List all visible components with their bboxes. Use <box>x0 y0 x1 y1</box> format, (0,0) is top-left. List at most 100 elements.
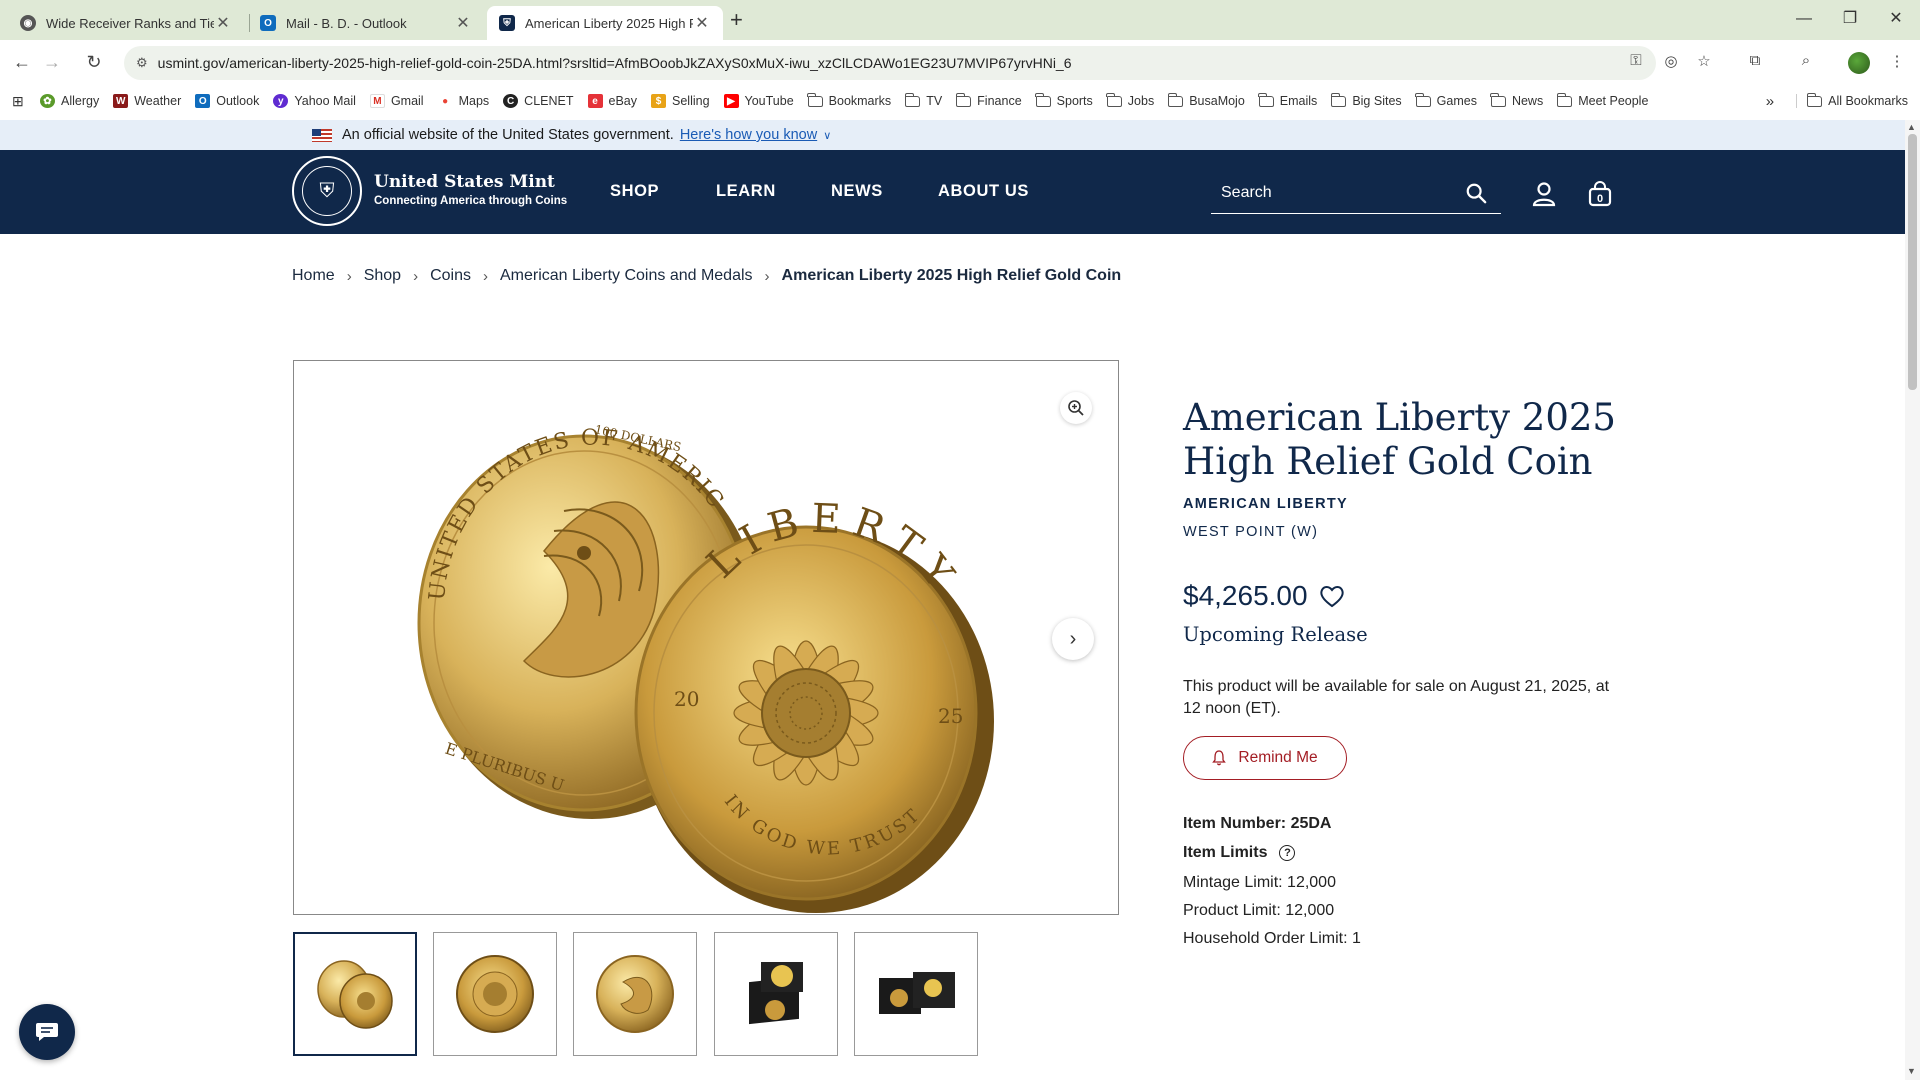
heres-how-you-know-link[interactable]: Here's how you know <box>680 127 817 143</box>
folder-icon <box>1167 92 1184 107</box>
bookmark-label: YouTube <box>744 94 794 108</box>
folder-bookmarks[interactable]: Bookmarks <box>807 92 891 108</box>
search-icon[interactable] <box>1465 182 1487 204</box>
thumbnail-eagle-reverse[interactable] <box>573 932 697 1056</box>
folder-emails[interactable]: Emails <box>1258 92 1317 108</box>
star-bookmark-icon[interactable]: ☆ <box>1693 52 1715 70</box>
thumbnail-sunflower-obverse[interactable] <box>433 932 557 1056</box>
item-number: Item Number: 25DA <box>1183 815 1332 832</box>
close-icon[interactable]: ✕ <box>214 13 232 33</box>
breadcrumb-american-liberty[interactable]: American Liberty Coins and Medals <box>500 267 753 285</box>
extensions-puzzle-icon[interactable]: ⧉ <box>1744 52 1766 69</box>
help-question-icon[interactable]: ? <box>1279 845 1296 861</box>
nav-shop[interactable]: SHOP <box>610 182 659 201</box>
address-bar[interactable]: ⚙ usmint.gov/american-liberty-2025-high-… <box>124 46 1656 80</box>
menu-dots-icon[interactable]: ⋮ <box>1886 52 1908 70</box>
bookmark-clenet[interactable]: C CLENET <box>503 94 574 108</box>
bookmark-weather[interactable]: W Weather <box>113 94 181 108</box>
product-price: $4,265.00 <box>1183 580 1308 611</box>
breadcrumb-shop[interactable]: Shop <box>364 267 401 285</box>
tab-search-icon[interactable]: ⌕ <box>1795 52 1817 69</box>
folder-tv[interactable]: TV <box>904 92 942 108</box>
search-input[interactable] <box>1211 174 1441 212</box>
scroll-down-icon[interactable]: ▼ <box>1907 1066 1916 1076</box>
globe-icon: ◉ <box>20 15 36 31</box>
site-info-icon[interactable]: ⚙ <box>136 55 148 71</box>
bookmark-label: Weather <box>134 94 182 108</box>
thumbnail-open-case[interactable] <box>854 932 978 1056</box>
bookmark-outlook[interactable]: O Outlook <box>195 94 259 108</box>
account-icon[interactable] <box>1530 180 1558 208</box>
brand[interactable]: United States Mint Connecting America th… <box>374 172 567 207</box>
more-bookmarks-chevron-icon[interactable]: » <box>1766 93 1774 110</box>
outlook-icon: O <box>260 15 276 31</box>
product-image-gallery[interactable]: UNITED STATES OF AMERICA 100 DOLLARS E P… <box>284 342 1119 915</box>
bookmark-maps[interactable]: ● Maps <box>437 94 489 108</box>
bookmark-selling[interactable]: $ Selling <box>651 94 710 108</box>
bookmark-label: eBay <box>608 94 638 108</box>
folder-icon <box>955 92 972 107</box>
folder-finance[interactable]: Finance <box>955 92 1022 108</box>
thumbnail-coin-pair[interactable] <box>293 932 417 1056</box>
product-title: American Liberty 2025 High Relief Gold C… <box>1183 396 1616 483</box>
folder-jobs[interactable]: Jobs <box>1106 92 1154 108</box>
coin-pair-thumbnail <box>317 960 393 1029</box>
nav-news[interactable]: NEWS <box>831 182 883 201</box>
bookmark-youtube[interactable]: ▶ YouTube <box>723 94 794 108</box>
bookmark-label: Yahoo Mail <box>294 94 356 108</box>
all-bookmarks[interactable]: All Bookmarks <box>1796 92 1908 108</box>
folder-label: Games <box>1436 94 1477 108</box>
gov-banner: An official website of the United States… <box>0 120 1905 150</box>
breadcrumb-home[interactable]: Home <box>292 267 335 285</box>
product-mint-facility: WEST POINT (W) <box>1183 524 1319 540</box>
folder-icon <box>1258 92 1274 107</box>
eye-slash-icon[interactable]: ◎ <box>1660 52 1682 70</box>
close-icon[interactable]: ✕ <box>454 13 472 33</box>
reload-icon[interactable]: ↻ <box>80 50 108 74</box>
back-arrow-icon[interactable]: ← <box>8 50 36 74</box>
product-limit: Product Limit: 12,000 <box>1183 902 1335 919</box>
new-tab-plus-icon[interactable]: + <box>730 8 743 32</box>
folder-news[interactable]: News <box>1490 92 1543 108</box>
folder-busamojo[interactable]: BusaMojo <box>1167 92 1245 108</box>
folder-meet-people[interactable]: Meet People <box>1556 92 1648 108</box>
tab-outlook[interactable]: O Mail - B. D. - Outlook ✕ <box>248 6 484 40</box>
bookmark-ebay[interactable]: e eBay <box>587 94 638 108</box>
chat-bubble-icon[interactable] <box>19 1004 75 1060</box>
key-icon[interactable]: ⚿ <box>1625 52 1647 69</box>
folder-games[interactable]: Games <box>1415 92 1477 108</box>
apps-grid-icon[interactable]: ⊞ <box>0 93 40 110</box>
bookmark-label: Gmail <box>390 94 424 108</box>
us-mint-seal-logo[interactable]: ⛨ <box>292 156 362 226</box>
heart-favorite-icon[interactable] <box>1318 582 1346 610</box>
tab-wide-receiver[interactable]: ◉ Wide Receiver Ranks and Tiers ✕ <box>8 6 244 40</box>
zoom-in-icon[interactable] <box>1060 392 1092 424</box>
url-text: usmint.gov/american-liberty-2025-high-re… <box>157 55 1072 71</box>
minimize-icon[interactable]: — <box>1782 6 1826 32</box>
restore-icon[interactable]: ❐ <box>1828 6 1872 32</box>
product-program[interactable]: AMERICAN LIBERTY <box>1183 496 1348 512</box>
remind-me-button[interactable]: Remind Me <box>1183 736 1347 780</box>
folder-sports[interactable]: Sports <box>1035 92 1093 108</box>
eagle-coin-thumbnail <box>596 955 674 1033</box>
breadcrumb-coins[interactable]: Coins <box>430 267 471 285</box>
bookmark-allergy[interactable]: ✿ Allergy <box>40 94 99 108</box>
profile-avatar[interactable] <box>1848 52 1870 74</box>
forward-arrow-icon[interactable]: → <box>38 50 66 74</box>
nav-about-us[interactable]: ABOUT US <box>938 182 1029 201</box>
folder-big-sites[interactable]: Big Sites <box>1330 92 1402 108</box>
nav-learn[interactable]: LEARN <box>716 182 776 201</box>
bookmark-yahoo-mail[interactable]: y Yahoo Mail <box>273 94 356 108</box>
bookmark-gmail[interactable]: M Gmail <box>369 94 424 108</box>
cart-bag-icon[interactable]: 0 <box>1586 180 1614 208</box>
close-icon[interactable]: ✕ <box>693 13 711 33</box>
chevron-down-icon[interactable]: ∨ <box>823 129 831 142</box>
thumbnail-display-box[interactable] <box>714 932 838 1056</box>
scrollbar-thumb[interactable] <box>1908 134 1917 390</box>
scroll-up-icon[interactable]: ▲ <box>1907 122 1916 132</box>
close-window-icon[interactable]: ✕ <box>1874 6 1918 32</box>
tab-american-liberty[interactable]: ⛨ American Liberty 2025 High Rel ✕ <box>487 6 723 40</box>
next-image-chevron-icon[interactable]: › <box>1052 618 1094 660</box>
bookmark-label: CLENET <box>524 94 574 108</box>
mintage-limit: Mintage Limit: 12,000 <box>1183 874 1336 891</box>
